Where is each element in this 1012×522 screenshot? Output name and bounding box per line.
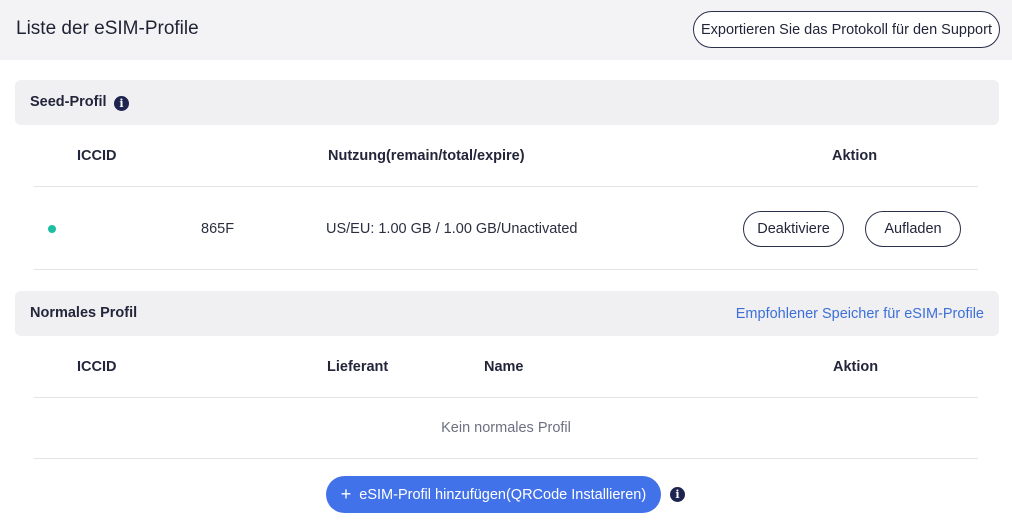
- column-header-iccid: ICCID: [77, 359, 117, 375]
- add-esim-profile-button[interactable]: + eSIM-Profil hinzufügen(QRCode Installi…: [326, 476, 661, 513]
- column-header-action: Aktion: [833, 359, 879, 375]
- column-header-supplier: Lieferant: [327, 359, 389, 375]
- page-title: Liste der eSIM-Profile: [16, 18, 199, 39]
- divider: [34, 458, 978, 459]
- divider: [34, 269, 978, 270]
- info-icon[interactable]: i: [670, 487, 685, 502]
- usage-cell: US/EU: 1.00 GB / 1.00 GB/Unactivated: [326, 221, 578, 237]
- recharge-button[interactable]: Aufladen: [865, 211, 961, 247]
- divider: [34, 186, 978, 187]
- column-header-name: Name: [484, 359, 524, 375]
- column-header-iccid: ICCID: [77, 148, 117, 164]
- plus-icon: +: [340, 483, 352, 504]
- empty-state-text: Kein normales Profil: [441, 420, 571, 436]
- top-bar: Liste der eSIM-Profile Exportieren Sie d…: [0, 0, 1012, 60]
- normal-profile-header: Normales Profil Empfohlener Speicher für…: [15, 291, 999, 336]
- deactivate-button[interactable]: Deaktiviere: [743, 211, 844, 247]
- status-dot: [48, 225, 56, 233]
- divider: [34, 397, 978, 398]
- column-header-action: Aktion: [832, 148, 878, 164]
- info-icon[interactable]: i: [114, 96, 129, 111]
- normal-profile-title: Normales Profil: [30, 305, 138, 321]
- add-esim-profile-label: eSIM-Profil hinzufügen(QRCode Installier…: [359, 486, 647, 503]
- column-header-usage: Nutzung(remain/total/expire): [328, 148, 525, 164]
- seed-profile-title: Seed-Profil: [30, 94, 107, 110]
- iccid-cell: 865F: [201, 221, 235, 237]
- export-log-button[interactable]: Exportieren Sie das Protokoll für den Su…: [693, 11, 1000, 48]
- seed-profile-header: Seed-Profil i: [15, 80, 999, 125]
- recommended-storage-link[interactable]: Empfohlener Speicher für eSIM-Profile: [736, 306, 984, 322]
